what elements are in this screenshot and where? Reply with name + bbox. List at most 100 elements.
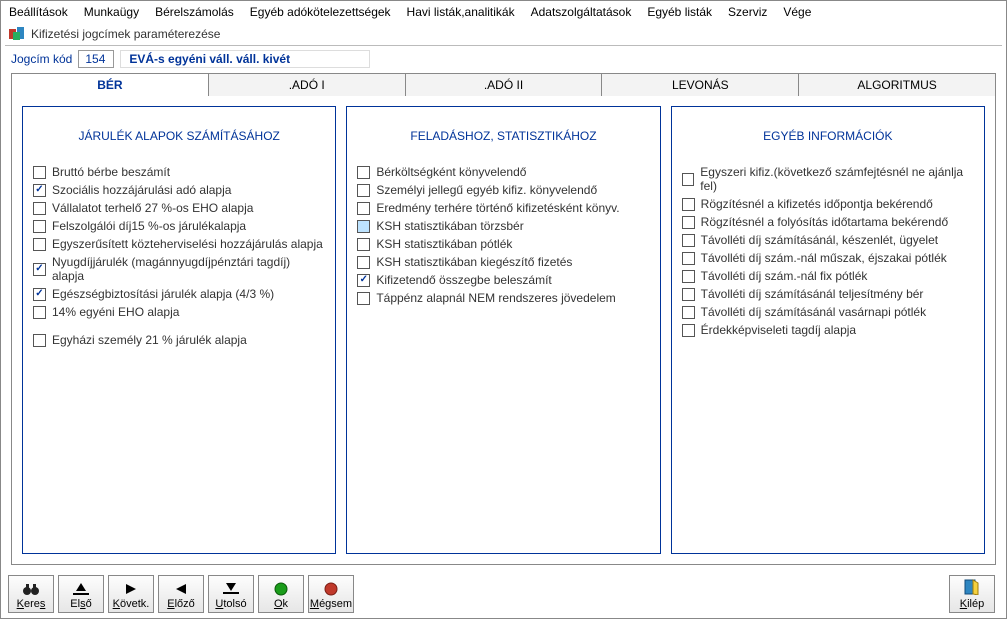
checkbox[interactable] (357, 274, 370, 287)
menu-egyeb-adokotelezettsegek[interactable]: Egyéb adókötelezettségek (250, 5, 391, 19)
checkbox[interactable] (682, 324, 695, 337)
menu-munkaugy[interactable]: Munkaügy (84, 5, 139, 19)
checkbox-row[interactable]: Érdekképviseleti tagdíj alapja (682, 323, 974, 337)
checkbox[interactable] (357, 238, 370, 251)
card-egyeb-items: Egyszeri kifiz.(következő számfejtésnél … (682, 161, 974, 341)
tab-strip: BÉR .ADÓ I .ADÓ II LEVONÁS ALGORITMUS (11, 72, 996, 95)
checkbox[interactable] (357, 202, 370, 215)
checkbox-row[interactable]: Rögzítésnél a folyósítás időtartama beké… (682, 215, 974, 229)
card-feladas-items: Bérköltségként könyvelendő Személyi jelle… (357, 161, 649, 309)
checkbox-label: Távolléti díj szám.-nál műszak, éjszakai… (701, 251, 947, 265)
menu-vege[interactable]: Vége (783, 5, 811, 19)
binoculars-icon (22, 581, 40, 597)
checkbox[interactable] (682, 234, 695, 247)
checkbox[interactable] (682, 216, 695, 229)
checkbox-row[interactable]: Egyházi személy 21 % járulék alapja (33, 333, 325, 347)
tab-levonas[interactable]: LEVONÁS (602, 73, 799, 96)
checkbox-row[interactable]: Nyugdíjjárulék (magánnyugdíjpénztári tag… (33, 255, 325, 283)
menu-berelszamolas[interactable]: Bérelszámolás (155, 5, 234, 19)
card-egyeb-title: EGYÉB INFORMÁCIÓK (682, 129, 974, 143)
tab-ado-i[interactable]: .ADÓ I (209, 73, 406, 96)
checkbox-label: KSH statisztikában pótlék (376, 237, 512, 251)
checkbox-row[interactable]: Egészségbiztosítási járulék alapja (4/3 … (33, 287, 325, 301)
checkbox-row[interactable]: Vállalatot terhelő 27 %-os EHO alapja (33, 201, 325, 215)
checkbox[interactable] (33, 263, 46, 276)
jogcim-kod-label: Jogcím kód (11, 52, 72, 66)
checkbox-row[interactable]: Eredmény terhére történő kifizetésként k… (357, 201, 649, 215)
checkbox-label: Egyházi személy 21 % járulék alapja (52, 333, 247, 347)
utolso-button[interactable]: Utolsó (208, 575, 254, 613)
checkbox[interactable] (357, 292, 370, 305)
checkbox-row[interactable]: KSH statisztikában kiegészítő fizetés (357, 255, 649, 269)
elso-button[interactable]: Első (58, 575, 104, 613)
checkbox-row[interactable]: Bruttó bérbe beszámít (33, 165, 325, 179)
checkbox[interactable] (682, 252, 695, 265)
checkbox-label: Érdekképviseleti tagdíj alapja (701, 323, 856, 337)
jogcim-kod-value[interactable]: 154 (78, 50, 114, 68)
ok-button[interactable]: Ok (258, 575, 304, 613)
param-row: Jogcím kód 154 EVÁ-s egyéni váll. váll. … (5, 46, 1002, 72)
tab-ado-ii[interactable]: .ADÓ II (406, 73, 603, 96)
bottom-toolbar: Keres Első Követk. Előző Utolsó Ok Még (8, 575, 354, 613)
checkbox-row[interactable]: Távolléti díj számításánál teljesítmény … (682, 287, 974, 301)
elozo-button[interactable]: Előző (158, 575, 204, 613)
checkbox-label: Bruttó bérbe beszámít (52, 165, 170, 179)
menu-havi-listak[interactable]: Havi listák,analitikák (407, 5, 515, 19)
menu-egyeb-listak[interactable]: Egyéb listák (647, 5, 712, 19)
checkbox-row[interactable]: KSH statisztikában pótlék (357, 237, 649, 251)
checkbox-row[interactable]: Bérköltségként könyvelendő (357, 165, 649, 179)
menu-beallitasok[interactable]: Beállítások (9, 5, 68, 19)
checkbox[interactable] (33, 334, 46, 347)
checkbox[interactable] (33, 202, 46, 215)
keres-button[interactable]: Keres (8, 575, 54, 613)
megsem-button[interactable]: Mégsem (308, 575, 354, 613)
checkbox-row[interactable]: Személyi jellegű egyéb kifiz. könyvelend… (357, 183, 649, 197)
checkbox-row[interactable]: Szociális hozzájárulási adó alapja (33, 183, 325, 197)
checkbox-label: 14% egyéni EHO alapja (52, 305, 179, 319)
tab-algoritmus[interactable]: ALGORITMUS (799, 73, 996, 96)
checkbox[interactable] (357, 220, 370, 233)
checkbox-row[interactable]: Távolléti díj szám.-nál műszak, éjszakai… (682, 251, 974, 265)
checkbox[interactable] (33, 306, 46, 319)
menu-adatszolgaltatasok[interactable]: Adatszolgáltatások (531, 5, 632, 19)
card-jarulek: JÁRULÉK ALAPOK SZÁMÍTÁSÁHOZ Bruttó bérbe… (22, 106, 336, 554)
checkbox[interactable] (357, 256, 370, 269)
checkbox-label: Távolléti díj számításánál, készenlét, ü… (701, 233, 938, 247)
checkbox[interactable] (33, 288, 46, 301)
checkbox[interactable] (682, 198, 695, 211)
checkbox[interactable] (33, 184, 46, 197)
checkbox[interactable] (357, 184, 370, 197)
checkbox-label: Egyszerűsített közteherviselési hozzájár… (52, 237, 323, 251)
checkbox-row[interactable]: Távolléti díj szám.-nál fix pótlék (682, 269, 974, 283)
ok-icon (274, 581, 288, 597)
checkbox[interactable] (682, 173, 695, 186)
menu-szerviz[interactable]: Szerviz (728, 5, 767, 19)
kilep-button[interactable]: Kilép (949, 575, 995, 613)
next-icon (124, 581, 138, 597)
checkbox[interactable] (357, 166, 370, 179)
kovetk-button[interactable]: Követk. (108, 575, 154, 613)
checkbox[interactable] (682, 288, 695, 301)
checkbox-row[interactable]: Egyszerűsített közteherviselési hozzájár… (33, 237, 325, 251)
checkbox-row[interactable]: Felszolgálói díj15 %-os járulékalapja (33, 219, 325, 233)
checkbox-row[interactable]: KSH statisztikában törzsbér (357, 219, 649, 233)
checkbox-row[interactable]: Kifizetendő összegbe beleszámít (357, 273, 649, 287)
checkbox[interactable] (682, 306, 695, 319)
checkbox-row[interactable]: Rögzítésnél a kifizetés időpontja bekére… (682, 197, 974, 211)
checkbox[interactable] (682, 270, 695, 283)
checkbox-row[interactable]: Egyszeri kifiz.(következő számfejtésnél … (682, 165, 974, 193)
checkbox[interactable] (33, 238, 46, 251)
tab-ber[interactable]: BÉR (11, 73, 209, 96)
checkbox[interactable] (33, 166, 46, 179)
checkbox-label: Rögzítésnél a kifizetés időpontja bekére… (701, 197, 933, 211)
checkbox-row[interactable]: Távolléti díj számításánál vasárnapi pót… (682, 305, 974, 319)
window-frame: Kifizetési jogcímek paraméterezése Jogcí… (5, 25, 1002, 565)
window-title-text: Kifizetési jogcímek paraméterezése (31, 27, 220, 41)
checkbox-row[interactable]: 14% egyéni EHO alapja (33, 305, 325, 319)
checkbox-label: Táppénz alapnál NEM rendszeres jövedelem (376, 291, 615, 305)
checkbox-row[interactable]: Távolléti díj számításánál, készenlét, ü… (682, 233, 974, 247)
last-icon (223, 581, 239, 597)
checkbox[interactable] (33, 220, 46, 233)
card-feladas-title: FELADÁSHOZ, STATISZTIKÁHOZ (357, 129, 649, 143)
checkbox-row[interactable]: Táppénz alapnál NEM rendszeres jövedelem (357, 291, 649, 305)
